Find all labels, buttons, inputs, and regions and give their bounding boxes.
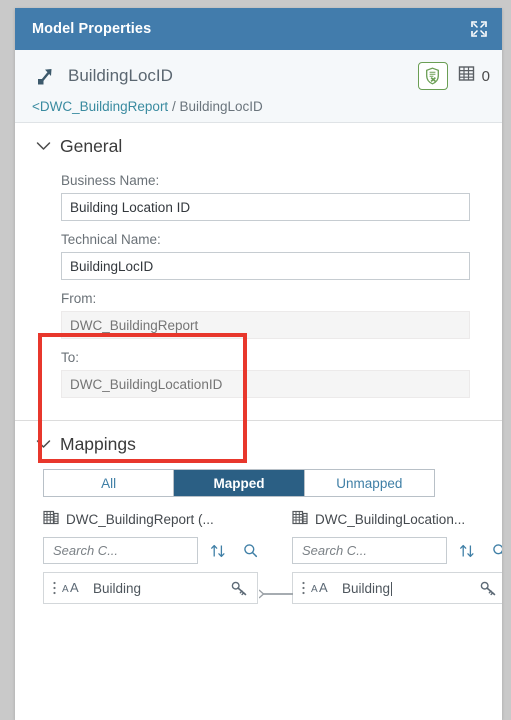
key-icon[interactable] (228, 573, 250, 603)
aa-text-type-icon: A A (62, 581, 86, 595)
text-cursor (391, 581, 393, 596)
svg-text:A: A (311, 584, 318, 595)
section-general-title: General (60, 135, 123, 156)
target-column-title: DWC_BuildingLocation... (315, 512, 466, 527)
table-grid-icon (458, 65, 475, 87)
chevron-down-icon (32, 433, 54, 455)
object-name: BuildingLocID (68, 66, 173, 85)
drag-grip-dots-icon[interactable] (297, 573, 309, 603)
filter-tab-unmapped[interactable]: Unmapped (304, 470, 434, 496)
entity-table-icon (292, 509, 308, 530)
panel-body: General Business Name: Technical Name: F… (15, 123, 502, 720)
panel-titlebar: Model Properties (15, 8, 502, 50)
key-icon[interactable] (477, 573, 499, 603)
business-name-input[interactable] (61, 193, 470, 221)
mapping-item-source[interactable]: A A Building (43, 572, 258, 604)
section-mappings-header[interactable]: Mappings (15, 421, 502, 465)
object-header-actions: 0 (417, 62, 490, 90)
target-search-box (292, 537, 502, 564)
svg-text:A: A (319, 581, 328, 595)
field-from-label: From: (61, 291, 97, 306)
source-search-box (43, 537, 257, 564)
mappings-filter-segmented-control: All Mapped Unmapped (43, 469, 435, 497)
breadcrumb: <DWC_BuildingReport / BuildingLocID (32, 99, 490, 114)
svg-text:A: A (70, 581, 79, 595)
field-technical-name-label: Technical Name: (61, 232, 161, 247)
mapping-source-column: DWC_BuildingReport (... (43, 509, 258, 572)
mapping-column-headers: DWC_BuildingReport (... Search C... DWC_… (32, 509, 502, 572)
target-search-input[interactable] (293, 538, 486, 563)
source-search-input[interactable] (44, 538, 237, 563)
source-search-row (43, 537, 258, 564)
grid-count-value: 0 (481, 67, 490, 85)
section-general: General Business Name: Technical Name: F… (15, 123, 502, 421)
mapping-target-column: DWC_BuildingLocation... (292, 509, 502, 572)
filter-tab-all[interactable]: All (44, 470, 175, 496)
mapping-item-target[interactable]: A A Building (292, 572, 502, 604)
drag-grip-dots-icon[interactable] (48, 573, 60, 603)
mappings-content: All Mapped Unmapped DWC_BuildingReport (… (15, 469, 502, 614)
association-arrow-icon (32, 63, 60, 89)
field-technical-name: Technical Name: (61, 232, 470, 280)
technical-name-input[interactable] (61, 252, 470, 280)
breadcrumb-current: BuildingLocID (179, 99, 263, 114)
mapping-rows: A A Building A A Building (32, 572, 502, 604)
shield-validation-icon[interactable] (417, 62, 448, 90)
filter-tab-mapped[interactable]: Mapped (174, 470, 305, 496)
search-magnifier-icon[interactable] (486, 538, 502, 563)
breadcrumb-parent-link[interactable]: <DWC_BuildingReport (32, 99, 168, 114)
target-column-header: DWC_BuildingLocation... (292, 509, 502, 530)
mapping-connector-line (258, 587, 293, 599)
object-header: BuildingLocID 0 <DWC_BuildingReport / Bu… (15, 50, 502, 123)
field-business-name-label: Business Name: (61, 173, 160, 188)
search-magnifier-icon[interactable] (237, 538, 263, 563)
field-from: From: (61, 291, 470, 339)
entity-table-icon (43, 509, 59, 530)
chevron-down-icon (32, 135, 54, 157)
from-input[interactable] (61, 311, 470, 339)
field-business-name: Business Name: (61, 173, 470, 221)
source-column-header: DWC_BuildingReport (... (43, 509, 258, 530)
svg-text:A: A (62, 584, 69, 595)
mapping-item-target-label: Building (342, 581, 477, 596)
aa-text-type-icon: A A (311, 581, 335, 595)
source-items-list: A A Building (43, 572, 258, 604)
target-items-list: A A Building (292, 572, 502, 604)
breadcrumb-separator: / (168, 99, 180, 114)
mapping-item-source-label: Building (93, 580, 142, 596)
object-header-row: BuildingLocID 0 (32, 62, 490, 90)
model-properties-panel: Model Properties BuildingLocID 0 <DWC_Bu… (15, 8, 502, 720)
target-search-row (292, 537, 502, 564)
panel-title: Model Properties (32, 21, 152, 37)
to-input[interactable] (61, 370, 470, 398)
general-form: Business Name: Technical Name: From: To: (15, 167, 502, 420)
field-to: To: (61, 350, 470, 398)
section-mappings: Mappings All Mapped Unmapped DWC_Buildin… (15, 421, 502, 614)
section-general-header[interactable]: General (15, 123, 502, 167)
section-mappings-title: Mappings (60, 433, 136, 454)
mapping-item-target-text: Building (342, 580, 391, 596)
source-column-title: DWC_BuildingReport (... (66, 512, 214, 527)
expand-fullscreen-icon[interactable] (464, 14, 494, 44)
grid-count-group[interactable]: 0 (458, 65, 490, 87)
field-to-label: To: (61, 350, 80, 365)
